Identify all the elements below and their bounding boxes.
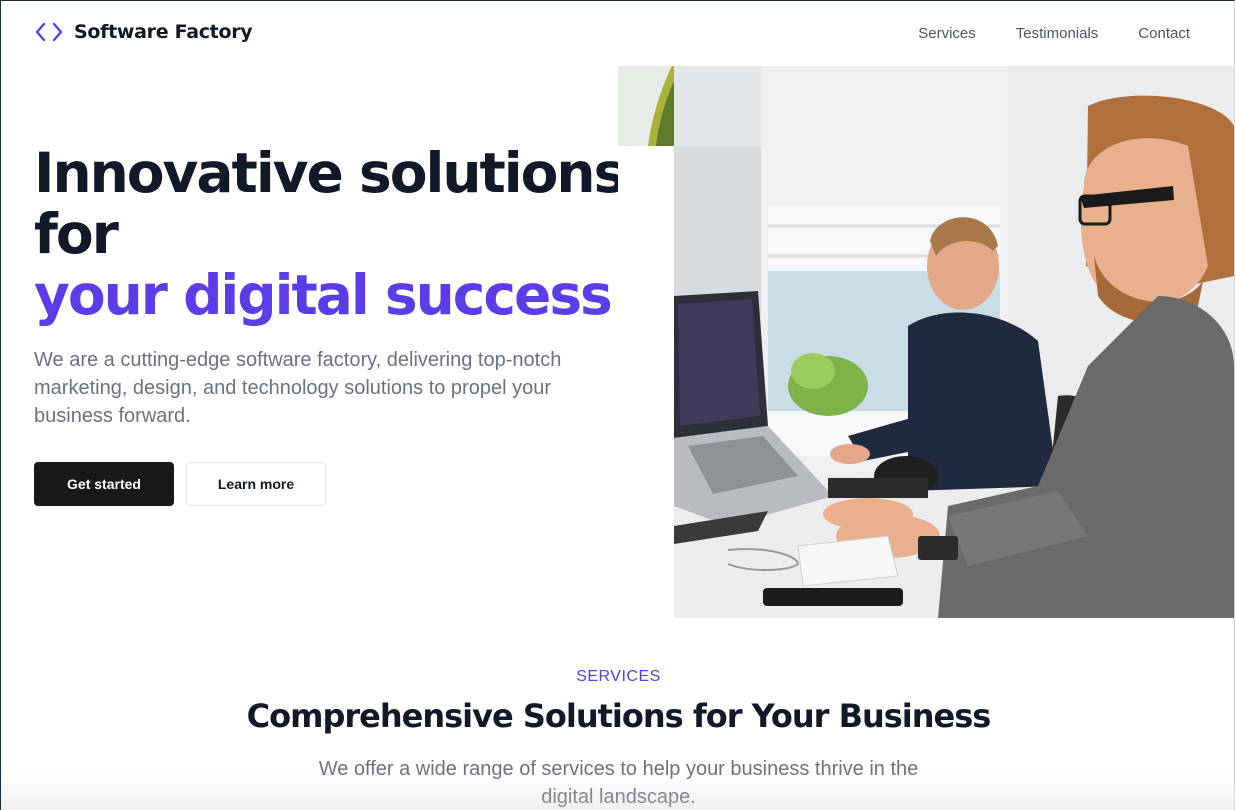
nav-link-contact[interactable]: Contact [1138,25,1190,42]
services-eyebrow: SERVICES [576,668,661,685]
hero-title-accent: your digital success [34,263,613,327]
brand-name: Software Factory [74,21,253,43]
hero-office-photo [618,66,1234,618]
site-header: Software Factory Services Testimonials C… [1,1,1234,67]
services-title: Comprehensive Solutions for Your Busines… [246,697,992,735]
hero-title: Innovative solutions for your digital su… [34,143,654,326]
services-description: We offer a wide range of services to hel… [318,758,919,808]
nav-link-testimonials[interactable]: Testimonials [1016,25,1099,42]
page: Software Factory Services Testimonials C… [0,0,1235,810]
main-nav: Services Testimonials Contact [918,25,1190,42]
hero-title-line1: Innovative solutions [34,141,626,205]
hero-title-line2: for [34,202,119,266]
nav-link-services[interactable]: Services [918,25,976,42]
learn-more-button[interactable]: Learn more [186,462,326,506]
get-started-button[interactable]: Get started [34,462,174,506]
brand-logo[interactable]: Software Factory [34,21,253,43]
code-brackets-icon [35,22,63,42]
hero-description: We are a cutting-edge software factory, … [34,349,562,427]
